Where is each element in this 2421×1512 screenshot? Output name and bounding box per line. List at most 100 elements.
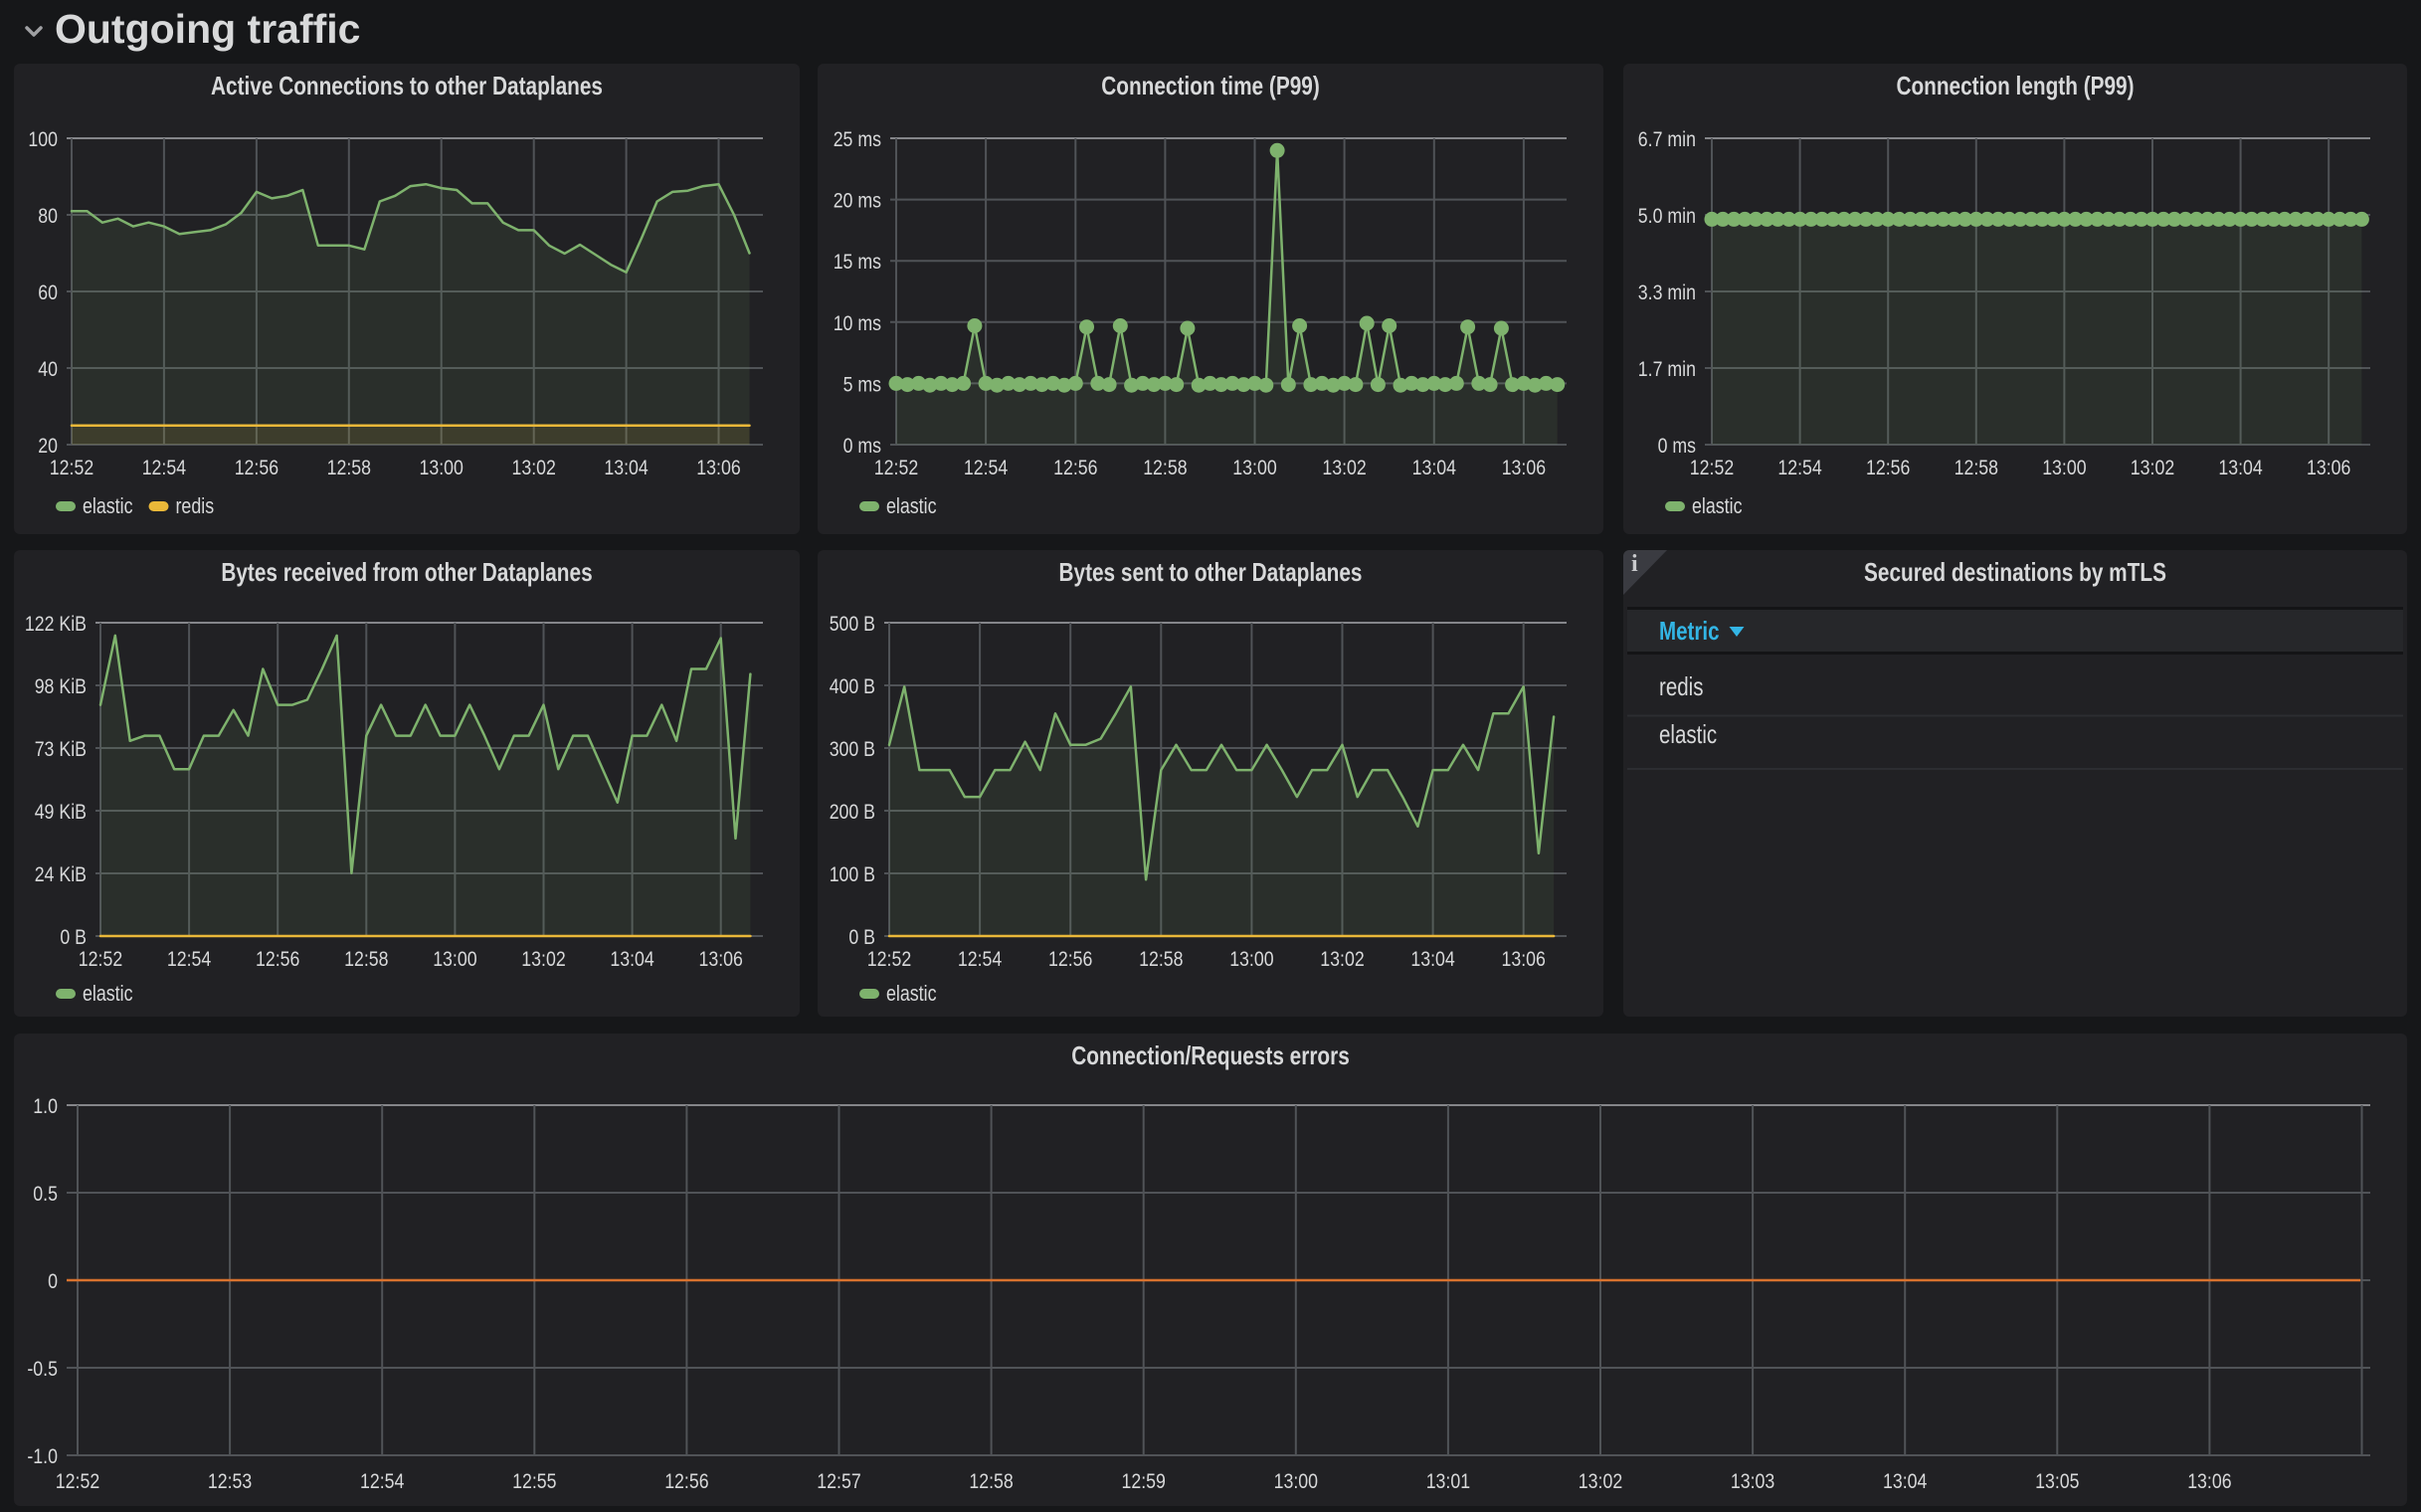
svg-text:0 ms: 0 ms bbox=[1658, 435, 1696, 458]
svg-text:Connection time (P99): Connection time (P99) bbox=[1101, 71, 1320, 100]
svg-text:13:00: 13:00 bbox=[1232, 457, 1276, 479]
svg-text:13:00: 13:00 bbox=[420, 457, 464, 479]
svg-text:13:02: 13:02 bbox=[1320, 948, 1364, 971]
svg-text:Bytes sent to other Dataplanes: Bytes sent to other Dataplanes bbox=[1059, 557, 1363, 587]
svg-text:12:52: 12:52 bbox=[874, 457, 918, 479]
svg-text:redis: redis bbox=[1659, 671, 1704, 701]
svg-text:40: 40 bbox=[38, 358, 58, 381]
svg-text:12:58: 12:58 bbox=[344, 948, 388, 971]
svg-text:12:56: 12:56 bbox=[1048, 948, 1092, 971]
svg-text:13:04: 13:04 bbox=[1412, 457, 1457, 479]
svg-text:13:02: 13:02 bbox=[512, 457, 556, 479]
svg-text:12:56: 12:56 bbox=[664, 1470, 708, 1493]
svg-text:0 B: 0 B bbox=[848, 926, 875, 949]
svg-text:1.7 min: 1.7 min bbox=[1638, 358, 1696, 381]
svg-text:12:52: 12:52 bbox=[1690, 457, 1734, 479]
svg-text:5.0 min: 5.0 min bbox=[1638, 205, 1696, 228]
svg-text:12:54: 12:54 bbox=[1777, 457, 1822, 479]
svg-text:12:58: 12:58 bbox=[1139, 948, 1183, 971]
svg-text:3.3 min: 3.3 min bbox=[1638, 282, 1696, 304]
svg-text:12:52: 12:52 bbox=[50, 457, 93, 479]
svg-text:98 KiB: 98 KiB bbox=[35, 675, 87, 698]
svg-text:13:06: 13:06 bbox=[1502, 457, 1546, 479]
svg-text:500 B: 500 B bbox=[830, 613, 875, 636]
svg-text:12:56: 12:56 bbox=[1053, 457, 1097, 479]
svg-text:25 ms: 25 ms bbox=[834, 128, 881, 151]
svg-text:12:59: 12:59 bbox=[1122, 1470, 1166, 1493]
svg-text:Secured destinations by mTLS: Secured destinations by mTLS bbox=[1864, 557, 2166, 587]
svg-text:1.0: 1.0 bbox=[33, 1095, 58, 1118]
svg-text:i: i bbox=[1631, 551, 1638, 577]
svg-text:12:56: 12:56 bbox=[235, 457, 279, 479]
svg-text:13:02: 13:02 bbox=[521, 948, 565, 971]
svg-text:80: 80 bbox=[38, 205, 58, 228]
svg-text:elastic: elastic bbox=[1692, 493, 1743, 518]
svg-text:12:57: 12:57 bbox=[817, 1470, 860, 1493]
svg-text:0.5: 0.5 bbox=[33, 1183, 58, 1206]
svg-text:12:58: 12:58 bbox=[969, 1470, 1013, 1493]
svg-text:400 B: 400 B bbox=[830, 675, 875, 698]
svg-text:200 B: 200 B bbox=[830, 801, 875, 824]
svg-text:13:00: 13:00 bbox=[1229, 948, 1273, 971]
svg-text:Connection length (P99): Connection length (P99) bbox=[1896, 71, 2134, 100]
svg-text:15 ms: 15 ms bbox=[834, 251, 881, 274]
svg-text:0 ms: 0 ms bbox=[843, 435, 881, 458]
svg-text:13:02: 13:02 bbox=[1579, 1470, 1622, 1493]
svg-text:5 ms: 5 ms bbox=[843, 373, 881, 396]
svg-text:elastic: elastic bbox=[886, 493, 937, 518]
svg-text:12:52: 12:52 bbox=[867, 948, 911, 971]
svg-text:elastic: elastic bbox=[1659, 719, 1717, 749]
svg-text:300 B: 300 B bbox=[830, 738, 875, 761]
svg-text:73 KiB: 73 KiB bbox=[35, 738, 87, 761]
svg-text:12:54: 12:54 bbox=[360, 1470, 405, 1493]
svg-text:13:04: 13:04 bbox=[610, 948, 654, 971]
svg-text:12:54: 12:54 bbox=[964, 457, 1009, 479]
svg-text:13:06: 13:06 bbox=[699, 948, 743, 971]
svg-text:12:52: 12:52 bbox=[56, 1470, 99, 1493]
svg-text:13:03: 13:03 bbox=[1731, 1470, 1774, 1493]
svg-text:10 ms: 10 ms bbox=[834, 312, 881, 335]
svg-text:0 B: 0 B bbox=[60, 926, 87, 949]
svg-text:49 KiB: 49 KiB bbox=[35, 801, 87, 824]
svg-text:13:00: 13:00 bbox=[433, 948, 476, 971]
svg-text:13:06: 13:06 bbox=[2187, 1470, 2231, 1493]
svg-text:Metric: Metric bbox=[1659, 616, 1720, 646]
svg-text:13:06: 13:06 bbox=[696, 457, 740, 479]
svg-text:12:53: 12:53 bbox=[208, 1470, 252, 1493]
svg-text:redis: redis bbox=[176, 493, 215, 518]
svg-text:20: 20 bbox=[38, 435, 58, 458]
svg-text:Bytes received from other Data: Bytes received from other Dataplanes bbox=[221, 557, 592, 587]
svg-text:-1.0: -1.0 bbox=[27, 1445, 58, 1468]
svg-text:122 KiB: 122 KiB bbox=[25, 613, 87, 636]
svg-text:12:52: 12:52 bbox=[79, 948, 122, 971]
svg-text:13:06: 13:06 bbox=[1502, 948, 1546, 971]
svg-text:12:54: 12:54 bbox=[142, 457, 187, 479]
svg-text:13:02: 13:02 bbox=[1322, 457, 1366, 479]
svg-text:13:01: 13:01 bbox=[1426, 1470, 1470, 1493]
svg-text:13:02: 13:02 bbox=[2131, 457, 2174, 479]
svg-text:20 ms: 20 ms bbox=[834, 190, 881, 213]
svg-text:13:05: 13:05 bbox=[2035, 1470, 2079, 1493]
svg-text:Active Connections to other Da: Active Connections to other Dataplanes bbox=[211, 71, 603, 100]
svg-text:Connection/Requests errors: Connection/Requests errors bbox=[1071, 1040, 1350, 1070]
svg-text:12:55: 12:55 bbox=[512, 1470, 556, 1493]
svg-text:0: 0 bbox=[48, 1270, 58, 1293]
svg-text:13:06: 13:06 bbox=[2307, 457, 2350, 479]
svg-text:100 B: 100 B bbox=[830, 863, 875, 886]
svg-text:elastic: elastic bbox=[886, 981, 937, 1006]
svg-text:elastic: elastic bbox=[83, 981, 133, 1006]
svg-text:12:54: 12:54 bbox=[958, 948, 1003, 971]
svg-text:13:04: 13:04 bbox=[1883, 1470, 1928, 1493]
svg-text:13:04: 13:04 bbox=[2218, 457, 2263, 479]
svg-text:100: 100 bbox=[28, 128, 58, 151]
svg-text:24 KiB: 24 KiB bbox=[35, 863, 87, 886]
svg-text:12:58: 12:58 bbox=[327, 457, 371, 479]
svg-text:13:04: 13:04 bbox=[604, 457, 649, 479]
svg-text:12:56: 12:56 bbox=[256, 948, 299, 971]
svg-text:-0.5: -0.5 bbox=[27, 1358, 58, 1381]
svg-text:13:00: 13:00 bbox=[2042, 457, 2086, 479]
svg-text:6.7 min: 6.7 min bbox=[1638, 128, 1696, 151]
svg-text:elastic: elastic bbox=[83, 493, 133, 518]
svg-text:12:56: 12:56 bbox=[1866, 457, 1910, 479]
svg-text:12:54: 12:54 bbox=[167, 948, 212, 971]
